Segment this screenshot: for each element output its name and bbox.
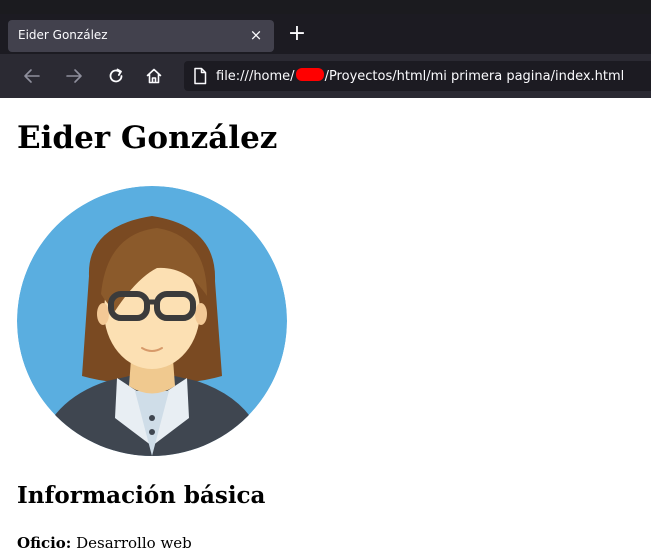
reload-button[interactable] — [104, 64, 128, 88]
home-icon — [146, 68, 162, 84]
window-top-strip — [0, 0, 651, 14]
arrow-left-icon — [24, 69, 40, 83]
forward-button[interactable] — [62, 64, 86, 88]
page-title: Eider González — [17, 120, 278, 156]
occupation-value: Desarrollo web — [76, 534, 192, 549]
profile-avatar — [17, 186, 287, 456]
reload-icon — [109, 68, 123, 83]
close-tab-icon[interactable]: × — [248, 27, 264, 43]
occupation-label: Oficio: — [17, 534, 72, 549]
browser-window: Eider González × + file:///home/ /Proyec… — [0, 0, 651, 549]
redacted-username — [295, 68, 324, 81]
url-suffix: /Proyectos/html/mi primera pagina/index.… — [324, 69, 625, 84]
new-tab-button[interactable]: + — [286, 23, 308, 46]
tab-title: Eider González — [18, 28, 108, 42]
info-occupation: Oficio: Desarrollo web — [17, 534, 192, 549]
home-button[interactable] — [142, 64, 166, 88]
url-text: file:///home/ /Proyectos/html/mi primera … — [216, 68, 624, 84]
page-icon — [194, 67, 207, 85]
url-prefix: file:///home/ — [216, 69, 295, 84]
tab-eider-gonzalez[interactable]: Eider González × — [8, 20, 274, 52]
tab-bar: Eider González × + — [0, 14, 651, 54]
section-title-basic-info: Información básica — [17, 482, 266, 509]
navigation-toolbar: file:///home/ /Proyectos/html/mi primera … — [0, 54, 651, 98]
back-button[interactable] — [20, 64, 44, 88]
address-bar[interactable]: file:///home/ /Proyectos/html/mi primera … — [184, 61, 651, 91]
arrow-right-icon — [66, 69, 82, 83]
page-content: Eider González Información básica Oficio… — [0, 98, 651, 549]
